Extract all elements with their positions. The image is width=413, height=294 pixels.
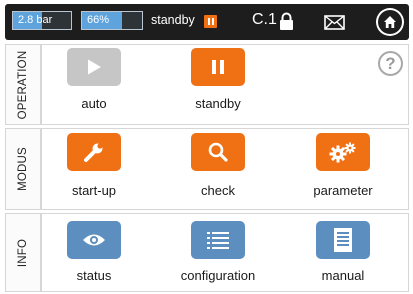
manual-label: manual: [321, 268, 365, 283]
help-button[interactable]: ?: [378, 51, 403, 76]
status-button[interactable]: [67, 221, 121, 259]
pressure-value: 2.8 bar: [18, 14, 53, 26]
level-value: 66%: [87, 14, 110, 26]
lock-icon[interactable]: [279, 12, 294, 30]
gears-icon: [329, 142, 356, 163]
info-tab: INFO: [6, 214, 42, 291]
wrench-icon: [84, 143, 103, 162]
operation-title: OPERATION: [17, 50, 29, 119]
modus-tab: MODUS: [6, 129, 42, 209]
manual-button[interactable]: [316, 221, 370, 259]
configuration-label: configuration: [180, 268, 256, 283]
standby-button[interactable]: [191, 48, 245, 86]
document-icon: [334, 228, 352, 252]
mode-status-label: standby: [151, 13, 195, 27]
home-button-inner: [378, 10, 402, 34]
play-icon: [88, 59, 101, 75]
level-gauge: 66%: [81, 11, 143, 30]
pause-icon: [212, 60, 224, 74]
operation-tab: OPERATION: [6, 45, 42, 124]
check-button[interactable]: [191, 133, 245, 171]
mail-icon[interactable]: [324, 15, 345, 30]
list-icon: [207, 232, 229, 249]
modus-title: MODUS: [17, 147, 29, 191]
standby-label: standby: [195, 96, 241, 111]
status-label: status: [76, 268, 112, 283]
eye-icon: [83, 234, 105, 246]
start-up-button[interactable]: [67, 133, 121, 171]
start-up-label: start-up: [71, 183, 117, 198]
auto-button[interactable]: [67, 48, 121, 86]
pause-icon: [204, 15, 217, 28]
configuration-button[interactable]: [191, 221, 245, 259]
check-label: check: [201, 183, 235, 198]
parameter-label: parameter: [313, 183, 373, 198]
operation-section: OPERATION auto standby ?: [5, 44, 409, 125]
search-icon: [208, 142, 228, 162]
info-title: INFO: [17, 238, 29, 267]
screen: 2.8 bar 66% standby C.1 OPERATION auto s…: [0, 0, 413, 294]
pressure-gauge: 2.8 bar: [12, 11, 72, 30]
modus-section: MODUS start-up check parameter: [5, 128, 409, 210]
parameter-button[interactable]: [316, 133, 370, 171]
access-level-label: C.1: [252, 11, 277, 28]
auto-label: auto: [81, 96, 107, 111]
status-bar: 2.8 bar 66% standby C.1: [5, 4, 409, 40]
help-icon: ?: [385, 54, 396, 73]
home-button[interactable]: [376, 8, 404, 36]
info-section: INFO status configuration manual: [5, 213, 409, 292]
home-icon: [384, 16, 396, 28]
